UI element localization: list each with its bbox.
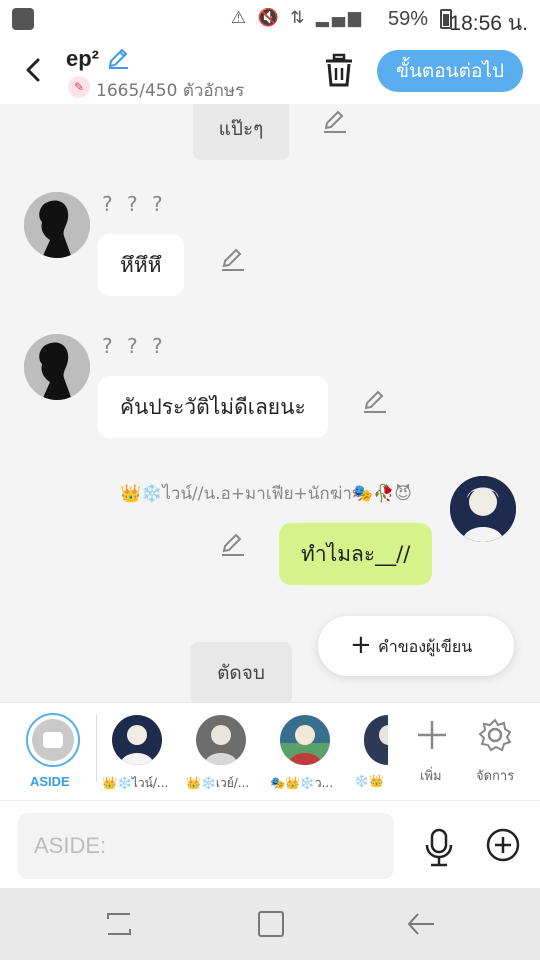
editor-header: ep² ✎ 1665/450 ตัวอักษร ขั้นตอนต่อไป (0, 38, 540, 104)
message-bubble[interactable]: หึหึหึ (98, 234, 184, 296)
divider (96, 715, 97, 781)
delete-button[interactable] (322, 52, 356, 88)
back-nav-button[interactable] (406, 910, 436, 938)
author-note-label: คำของผู้เขียน (378, 637, 473, 656)
plus-icon (418, 721, 446, 749)
speaker-avatar[interactable] (24, 334, 90, 400)
character-portrait-icon (280, 715, 330, 765)
aside-label: ASIDE (30, 774, 70, 789)
message-bubble[interactable]: คันประวัติไม่ดีเลยนะ (98, 376, 328, 438)
character-portrait-icon (364, 715, 388, 765)
chat-area[interactable]: แป๊ะๆ ? ? ? หึหึหึ ? ? ? คันประวัติไม่ดี… (0, 104, 540, 702)
character-portrait-icon (450, 476, 516, 542)
character-portrait-icon (196, 715, 246, 765)
speaker-name: ? ? ? (102, 334, 167, 358)
gear-icon (478, 718, 512, 752)
clock: 18:56 น. (449, 12, 528, 35)
silhouette-icon (24, 334, 90, 400)
edit-message-icon[interactable] (220, 531, 246, 557)
manage-label: จัดการ (476, 769, 515, 784)
my-message-bubble[interactable]: ทำไมละ__// (279, 523, 433, 585)
character-label: 🎭👑❄️ว... (270, 776, 334, 790)
home-button[interactable] (256, 910, 286, 938)
character-avatar[interactable] (196, 715, 246, 765)
character-label: 👑❄️เวย์/... (186, 776, 250, 790)
system-status-icons: ⚠ 🔇 ⇅ ▂▄▆ (230, 8, 364, 28)
speaker-name: 👑❄️ไวน์//น.อ+มาเฟีย+นักฆ่า🎭🥀😈 (120, 484, 412, 504)
narration-bubble[interactable]: แป๊ะๆ (193, 104, 289, 160)
pencil-badge-icon: ✎ (68, 76, 90, 98)
narration-bubble[interactable]: ตัดจบ (190, 642, 292, 702)
edit-title-icon[interactable] (106, 46, 130, 76)
character-portrait-icon (112, 715, 162, 765)
narration-icon (32, 719, 74, 761)
add-label: เพิ่ม (420, 769, 442, 784)
next-step-button[interactable]: ขั้นตอนต่อไป (377, 50, 523, 92)
speaker-avatar[interactable] (24, 192, 90, 258)
manage-characters-button[interactable] (477, 717, 513, 753)
character-label: 👑❄️ไวน์/... (102, 776, 169, 790)
recents-icon (107, 913, 131, 935)
recents-button[interactable] (104, 910, 134, 938)
battery-percent: 59% (387, 8, 428, 30)
back-arrow-icon (26, 58, 40, 82)
character-avatar[interactable] (112, 715, 162, 765)
aside-input[interactable] (18, 813, 394, 879)
character-selector: ASIDE 👑❄️ไวน์/... 👑❄️เวย์/... 🎭👑❄️ว... ❄… (0, 702, 540, 800)
edit-message-icon[interactable] (322, 108, 348, 134)
plus-circle-icon (486, 828, 520, 862)
back-icon (407, 913, 434, 935)
character-avatar[interactable] (364, 715, 388, 765)
character-avatar[interactable] (280, 715, 330, 765)
edit-message-icon[interactable] (362, 388, 388, 414)
speaker-name: ? ? ? (102, 192, 167, 216)
status-bar: 59% 18:56 น. ⚠ 🔇 ⇅ ▂▄▆ (0, 0, 540, 38)
back-button[interactable] (18, 54, 50, 86)
aside-selector[interactable] (26, 713, 80, 767)
voice-button[interactable] (422, 827, 456, 867)
add-character-button[interactable] (414, 717, 450, 753)
home-icon (258, 911, 284, 937)
silhouette-icon (24, 192, 90, 258)
episode-title[interactable]: ep² (66, 46, 99, 72)
speaker-avatar[interactable] (450, 476, 516, 542)
system-navigation-bar (0, 888, 540, 960)
message-input-bar (0, 800, 540, 888)
microphone-icon (425, 828, 453, 867)
app-notification-icon (12, 8, 34, 30)
author-note-button[interactable]: + คำของผู้เขียน (318, 616, 514, 676)
character-count: 1665/450 ตัวอักษร (96, 81, 245, 101)
edit-message-icon[interactable] (220, 246, 246, 272)
plus-icon: + (350, 630, 372, 660)
add-content-button[interactable] (486, 828, 520, 862)
trash-icon (326, 53, 352, 87)
character-label: ❄️👑 (354, 774, 384, 788)
